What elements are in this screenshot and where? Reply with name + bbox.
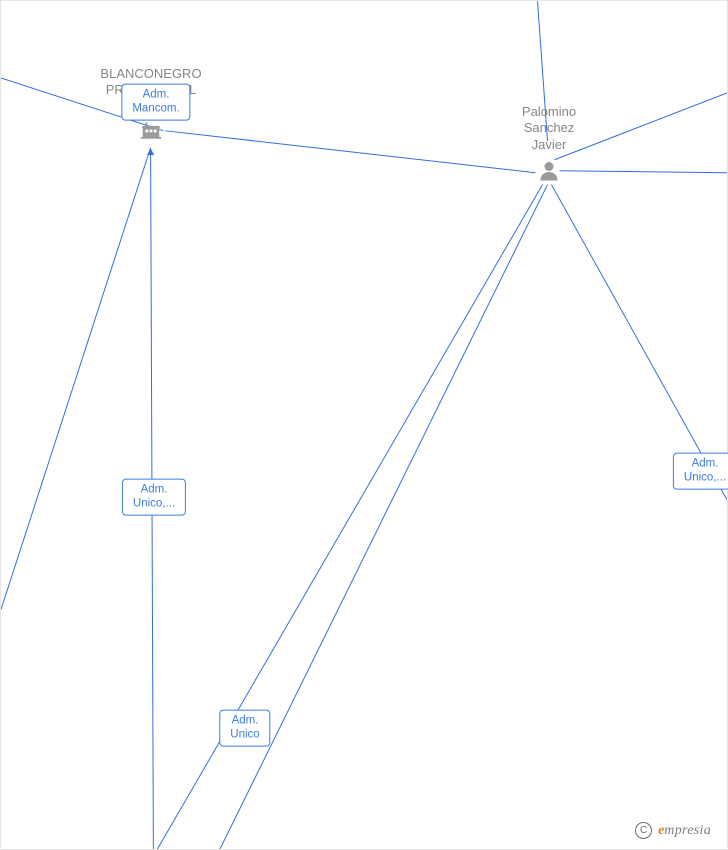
copyright-icon: C <box>635 822 652 839</box>
graph-canvas[interactable]: BLANCONEGRO PROPERTY SL Palomino Sanchez… <box>0 0 728 850</box>
person-icon[interactable] <box>537 159 561 188</box>
edge-label-unico-3: Adm. Unico,... <box>673 453 728 490</box>
edge-label-unico-1: Adm. Unico,... <box>122 479 186 516</box>
edge-label-mancom: Adm. Mancom. <box>121 84 190 121</box>
brand-watermark: C empresia <box>635 821 711 839</box>
brand-rest: mpresia <box>664 823 711 838</box>
node-label-person[interactable]: Palomino Sanchez Javier <box>522 104 576 153</box>
building-icon[interactable] <box>140 120 162 147</box>
edge-label-unico-2: Adm. Unico <box>219 710 270 747</box>
edges-layer <box>1 1 727 849</box>
